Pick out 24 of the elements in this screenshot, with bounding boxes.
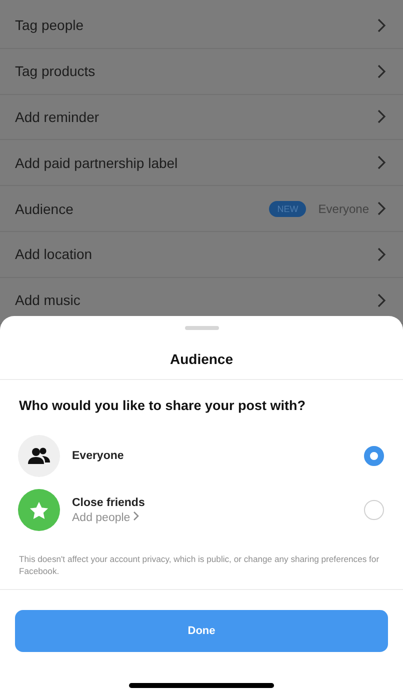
chevron-right-icon bbox=[377, 201, 386, 216]
settings-row[interactable]: Add paid partnership label bbox=[0, 140, 403, 186]
chevron-right-icon bbox=[377, 246, 386, 262]
chevron-right-icon bbox=[377, 292, 386, 308]
option-label: Everyone bbox=[72, 450, 125, 462]
chevron-right-icon bbox=[377, 64, 386, 79]
option-label: Close friends bbox=[72, 496, 146, 508]
add-people-link[interactable]: Add people bbox=[72, 510, 364, 524]
settings-row[interactable]: Add reminder bbox=[0, 94, 403, 140]
sheet-title: Audience bbox=[168, 351, 234, 367]
people-icon bbox=[18, 435, 60, 477]
drag-handle[interactable] bbox=[184, 326, 218, 330]
settings-row[interactable]: Tag products bbox=[0, 48, 403, 95]
chevron-right-icon bbox=[133, 510, 140, 520]
chevron-right-icon bbox=[377, 18, 386, 33]
settings-row[interactable]: Add location bbox=[0, 232, 403, 278]
chevron-right-icon bbox=[377, 155, 386, 170]
radio-button[interactable] bbox=[364, 500, 384, 520]
question-text: Who would you like to share your post with? bbox=[18, 397, 307, 415]
radio-button[interactable] bbox=[364, 446, 384, 466]
chevron-right-icon bbox=[377, 109, 386, 124]
done-button[interactable]: Done bbox=[15, 610, 388, 652]
privacy-note: This doesn't affect your account privacy, which is public, or change any sharing preferences for Facebook. bbox=[18, 553, 380, 577]
settings-row[interactable]: Tag people bbox=[0, 3, 403, 49]
